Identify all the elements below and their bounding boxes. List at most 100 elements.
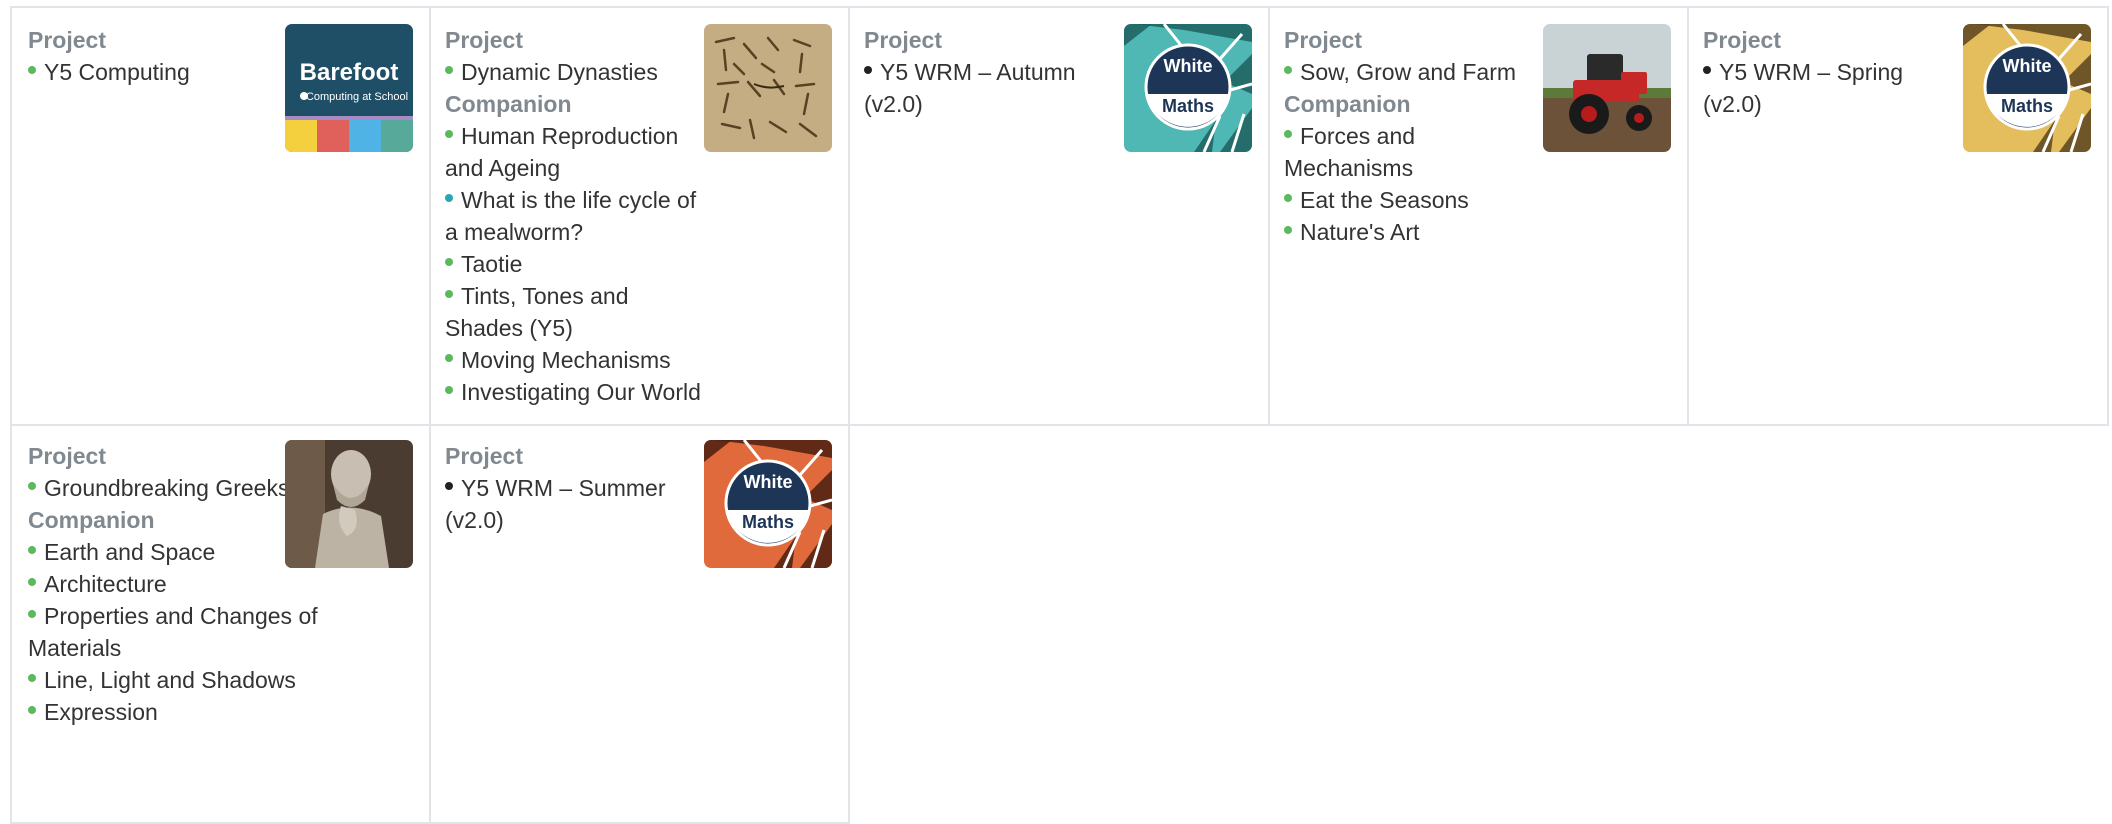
- unit-link[interactable]: Nature's Art: [1284, 216, 1544, 248]
- svg-text:Maths: Maths: [2001, 96, 2053, 116]
- companion-heading: Companion: [445, 91, 572, 117]
- bullet-dot-icon: [445, 258, 453, 266]
- card-content: Project Y5 Computing: [28, 24, 288, 88]
- svg-text:White: White: [744, 472, 793, 492]
- bullet-dot-icon: [1284, 226, 1292, 234]
- unit-link[interactable]: Groundbreaking Greeks: [28, 472, 328, 504]
- project-heading: Project: [28, 27, 106, 53]
- unit-title: Sow, Grow and Farm: [1300, 59, 1517, 85]
- bullet-dot-icon: [28, 66, 36, 74]
- unit-title: Dynamic Dynasties: [461, 59, 658, 85]
- companion-heading: Companion: [28, 507, 155, 533]
- unit-link[interactable]: Y5 WRM – Autumn (v2.0): [864, 56, 1124, 120]
- unit-link[interactable]: Taotie: [445, 248, 705, 280]
- bullet-dot-icon: [28, 482, 36, 490]
- unit-link[interactable]: Architecture: [28, 568, 328, 600]
- bullet-dot-icon: [1703, 66, 1711, 74]
- white-rose-maths-logo-icon[interactable]: White Rose Maths: [704, 440, 832, 568]
- unit-title: Y5 WRM – Spring (v2.0): [1703, 59, 1904, 117]
- unit-title: Taotie: [461, 251, 523, 277]
- unit-card: Project Y5 WRM – Summer (v2.0) White Rose Ma…: [429, 424, 850, 824]
- svg-text:Computing at School: Computing at School: [306, 91, 408, 103]
- bullet-dot-icon: [1284, 66, 1292, 74]
- barefoot-brand-text: Barefoot: [300, 59, 399, 86]
- bullet-dot-icon: [28, 546, 36, 554]
- barefoot-logo-icon[interactable]: Barefoot Computing at School: [285, 24, 413, 152]
- card-content: Project Y5 WRM – Autumn (v2.0): [864, 24, 1124, 120]
- bullet-dot-icon: [445, 290, 453, 298]
- unit-link[interactable]: Investigating Our World: [445, 376, 705, 408]
- companion-heading: Companion: [1284, 91, 1411, 117]
- unit-link[interactable]: Line, Light and Shadows: [28, 664, 328, 696]
- unit-title: Y5 WRM – Summer (v2.0): [445, 475, 666, 533]
- card-content: Project Y5 WRM – Summer (v2.0): [445, 440, 705, 536]
- unit-title: Moving Mechanisms: [461, 347, 671, 373]
- unit-title: Earth and Space: [44, 539, 216, 565]
- unit-link[interactable]: Expression: [28, 696, 328, 728]
- unit-title: Investigating Our World: [461, 379, 701, 405]
- unit-link[interactable]: Sow, Grow and Farm: [1284, 56, 1544, 88]
- card-content: Project Dynamic Dynasties Companion Human R…: [445, 24, 705, 408]
- unit-title: Nature's Art: [1300, 219, 1420, 245]
- unit-link[interactable]: Y5 WRM – Summer (v2.0): [445, 472, 705, 536]
- white-rose-maths-logo-icon[interactable]: White Rose Maths: [1963, 24, 2091, 152]
- project-heading: Project: [445, 27, 523, 53]
- unit-link[interactable]: Forces and Mechanisms: [1284, 120, 1544, 184]
- unit-title: Forces and Mechanisms: [1284, 123, 1416, 181]
- card-content: Project Sow, Grow and Farm Companion Forces…: [1284, 24, 1544, 248]
- bullet-dot-icon: [445, 482, 453, 490]
- bullet-dot-icon: [445, 386, 453, 394]
- unit-title: Line, Light and Shadows: [44, 667, 296, 693]
- unit-card: Project Y5 WRM – Autumn (v2.0) White Rose Ma…: [848, 6, 1270, 426]
- bullet-dot-icon: [445, 66, 453, 74]
- bullet-dot-icon: [445, 354, 453, 362]
- tractor-photo-icon[interactable]: [1543, 24, 1671, 152]
- svg-text:Maths: Maths: [742, 512, 794, 532]
- unit-title: What is the life cycle of a mealworm?: [445, 187, 697, 245]
- card-content: Project Groundbreaking Greeks Companion Ear…: [28, 440, 328, 728]
- bullet-dot-icon: [445, 130, 453, 138]
- unit-title: Expression: [44, 699, 158, 725]
- bullet-dot-icon: [864, 66, 872, 74]
- unit-title: Groundbreaking Greeks: [44, 475, 290, 501]
- unit-title: Architecture: [44, 571, 167, 597]
- unit-card: Project Groundbreaking Greeks Companion Ear…: [10, 424, 431, 824]
- unit-title: Y5 WRM – Autumn (v2.0): [864, 59, 1076, 117]
- unit-title: Y5 Computing: [44, 59, 190, 85]
- unit-link[interactable]: Y5 WRM – Spring (v2.0): [1703, 56, 1963, 120]
- project-heading: Project: [28, 443, 106, 469]
- unit-title: Human Reproduction and Ageing: [445, 123, 679, 181]
- bullet-dot-icon: [28, 578, 36, 586]
- unit-link[interactable]: Y5 Computing: [28, 56, 288, 88]
- svg-text:White: White: [1164, 56, 1213, 76]
- bullet-dot-icon: [1284, 130, 1292, 138]
- oracle-bone-script-icon[interactable]: [704, 24, 832, 152]
- greek-statue-photo-icon[interactable]: [285, 440, 413, 568]
- unit-link[interactable]: Eat the Seasons: [1284, 184, 1544, 216]
- unit-link[interactable]: Earth and Space: [28, 536, 328, 568]
- svg-text:Rose: Rose: [2005, 76, 2049, 96]
- unit-card: Project Dynamic Dynasties Companion Human R…: [429, 6, 850, 426]
- bullet-dot-icon: [28, 610, 36, 618]
- unit-link[interactable]: Properties and Changes of Materials: [28, 600, 328, 664]
- unit-title: Tints, Tones and Shades (Y5): [445, 283, 629, 341]
- unit-card: Project Y5 WRM – Spring (v2.0) White Rose Ma…: [1687, 6, 2109, 426]
- svg-text:White: White: [2003, 56, 2052, 76]
- bullet-dot-icon: [28, 706, 36, 714]
- card-content: Project Y5 WRM – Spring (v2.0): [1703, 24, 1963, 120]
- white-rose-maths-logo-icon[interactable]: White Rose Maths: [1124, 24, 1252, 152]
- project-heading: Project: [1284, 27, 1362, 53]
- unit-title: Properties and Changes of Materials: [28, 603, 318, 661]
- svg-text:Rose: Rose: [746, 492, 790, 512]
- bullet-dot-icon: [445, 194, 453, 202]
- unit-link[interactable]: Human Reproduction and Ageing: [445, 120, 705, 184]
- bullet-dot-icon: [28, 674, 36, 682]
- unit-link[interactable]: What is the life cycle of a mealworm?: [445, 184, 705, 248]
- unit-link[interactable]: Dynamic Dynasties: [445, 56, 705, 88]
- unit-link[interactable]: Moving Mechanisms: [445, 344, 705, 376]
- project-heading: Project: [1703, 27, 1781, 53]
- unit-link[interactable]: Tints, Tones and Shades (Y5): [445, 280, 705, 344]
- unit-title: Eat the Seasons: [1300, 187, 1469, 213]
- project-heading: Project: [445, 443, 523, 469]
- svg-text:Rose: Rose: [1166, 76, 1210, 96]
